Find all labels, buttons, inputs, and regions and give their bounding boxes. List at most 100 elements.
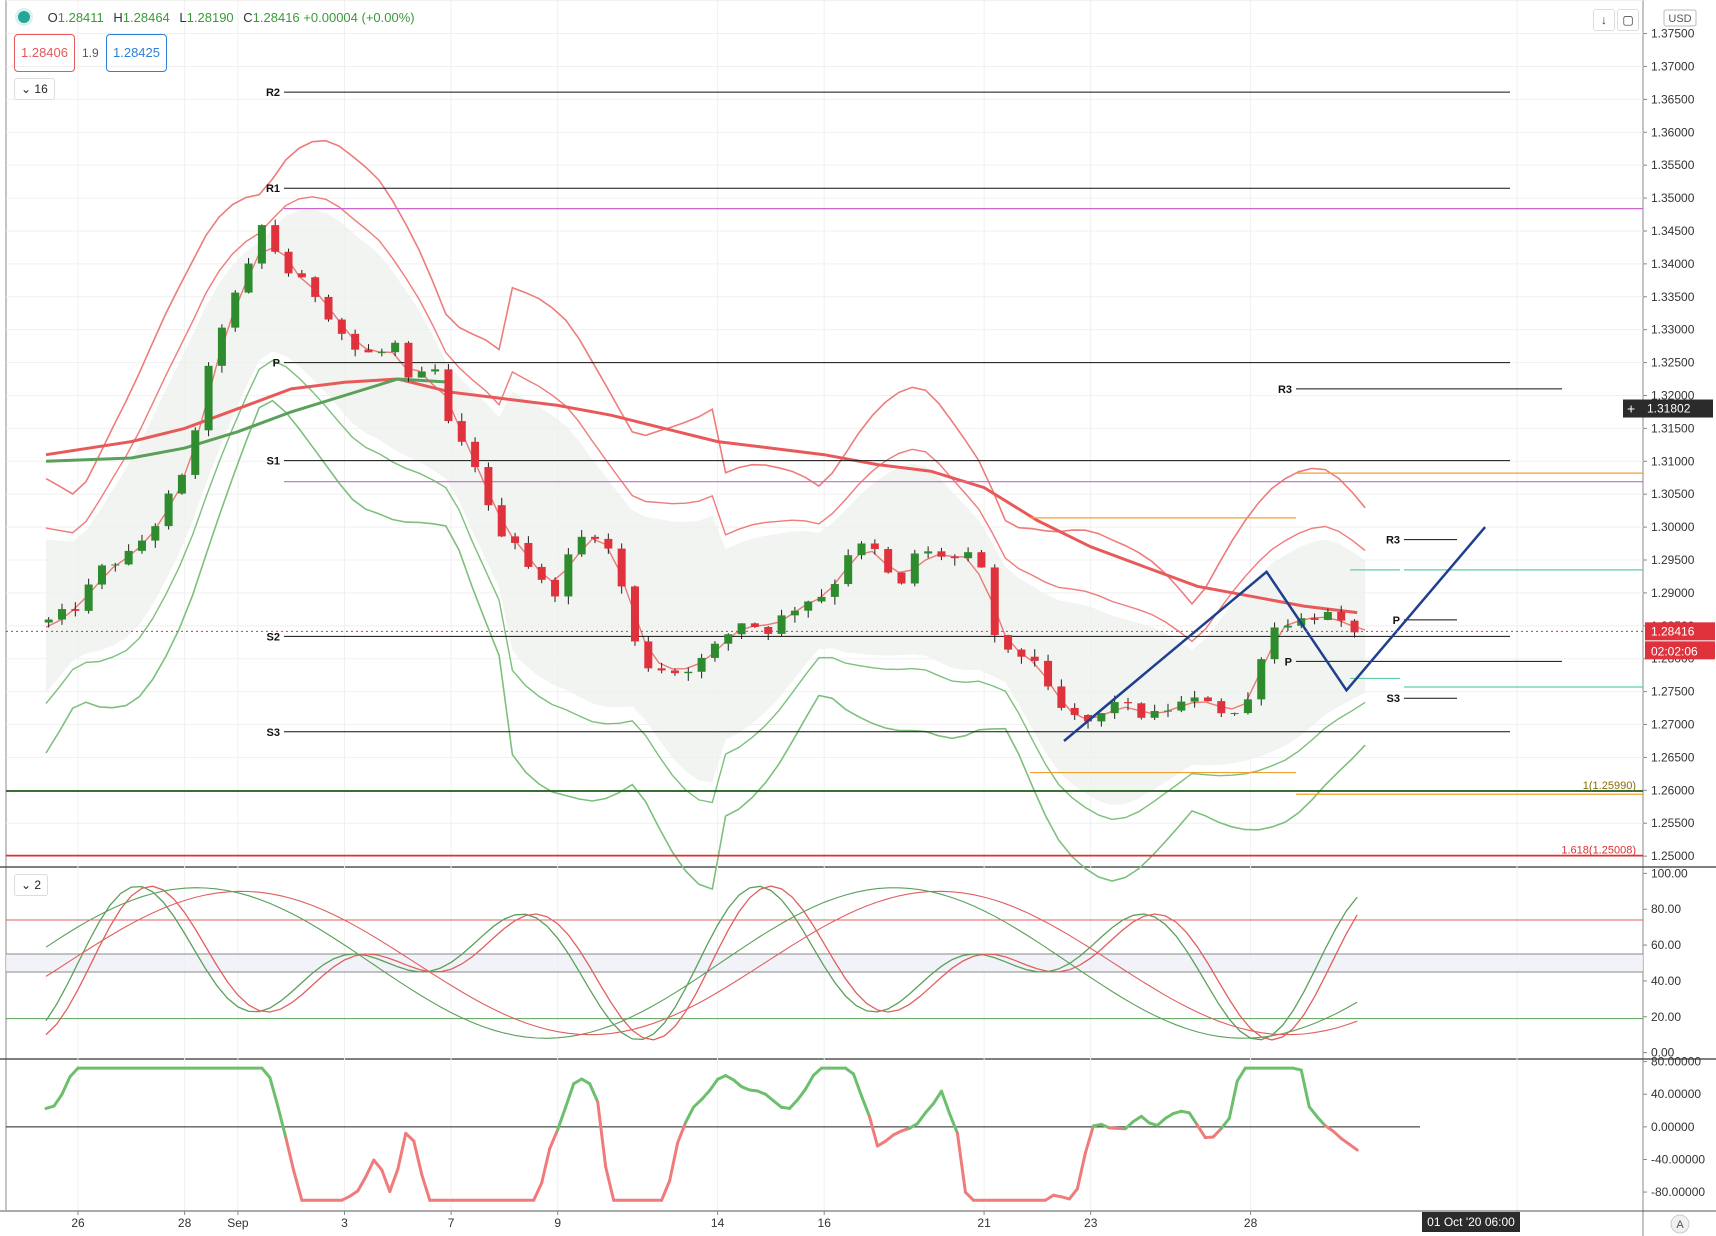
candle-body [217,327,226,366]
price-tick-label: 1.29000 [1651,586,1695,600]
candle-body [990,567,999,636]
symbol-status-icon [18,11,30,23]
last-price-label: 1.28416 [1651,624,1695,638]
cci-segment [772,1099,784,1109]
candle-body [391,342,400,353]
cci-segment [788,1098,800,1110]
cci-segment [812,1066,824,1077]
cci-segment [668,1141,680,1183]
price-tick-label: 1.35000 [1651,191,1695,205]
cci-segment [1067,1187,1079,1201]
cci-segment [1083,1124,1095,1155]
pivot-label: R3 [1278,384,1292,396]
cci-segment [1307,1105,1319,1119]
cci-segment [1315,1115,1327,1128]
candle-body [511,536,520,543]
candle-body [471,441,480,468]
cci-segment [292,1169,304,1202]
candle-body [404,342,413,378]
candle-body [657,668,666,671]
candle-body [537,566,546,580]
fullscreen-button[interactable]: ▢ [1617,9,1639,31]
candle-body [444,369,453,422]
candle-body [564,554,573,597]
stoch-collapse-button[interactable]: ⌄ 2 [14,874,49,896]
cci-segment [931,1089,943,1106]
candle-body [1017,649,1026,657]
cci-segment [939,1089,951,1115]
indicators-collapse-button[interactable]: ⌄ 16 [14,78,55,100]
time-tick-label: 9 [554,1216,561,1230]
pivot-label: S2 [267,631,280,643]
price-tick-label: 1.29500 [1651,553,1695,567]
candle-body [271,225,280,252]
cci-segment [596,1100,608,1169]
pivot-label: S3 [267,727,280,739]
sell-price-button[interactable]: 1.28406 [14,34,75,72]
time-tick-label: 28 [178,1216,192,1230]
price-tick-label: 1.30500 [1651,487,1695,501]
candle-body [857,543,866,556]
price-tick-label: 1.37000 [1651,59,1695,73]
buy-price-button[interactable]: 1.28425 [106,34,167,72]
candle-body [844,555,853,585]
cci-tick-label: 40.00000 [1651,1087,1701,1101]
cci-segment [915,1111,927,1126]
candle-body [1230,713,1239,715]
candle-body [431,369,440,372]
candle-body [870,543,879,550]
candle-body [1124,702,1133,704]
stoch-tick-label: 60.00 [1651,938,1681,952]
price-tick-label: 1.30000 [1651,520,1695,534]
candle-body [84,584,93,611]
candle-body [524,542,533,567]
cci-segment [588,1082,600,1104]
cci-segment [1187,1111,1199,1127]
cci-segment [412,1139,424,1177]
candle-body [950,556,959,559]
stoch-tick-label: 40.00 [1651,974,1681,988]
cci-segment [955,1131,967,1194]
candle-body [164,493,173,527]
candle-body [1203,697,1212,702]
trading-chart[interactable]: 1.37500 1.37000 1.36500 1.36000 1.35500 1.350… [0,0,1716,1236]
cci-segment [947,1111,959,1135]
price-tick-label: 1.37500 [1651,27,1695,41]
time-tick-label: 3 [341,1216,348,1230]
price-tick-label: 1.36000 [1651,125,1695,139]
band-fill [46,209,1366,806]
candle-body [58,609,67,620]
cci-segment [52,1092,64,1108]
cci-segment [60,1075,72,1096]
cci-segment [1139,1114,1151,1125]
pivot-label: S3 [1387,693,1400,705]
candle-body [804,601,813,611]
time-tick-label: 26 [71,1216,85,1230]
candle-body [790,610,799,616]
cci-tick-label: 80.00000 [1651,1055,1701,1069]
auto-scale-label: A [1676,1219,1684,1231]
candle-body [710,643,719,658]
price-tick-label: 1.26500 [1651,750,1695,764]
cci-segment [268,1076,280,1108]
candle-body [351,333,360,350]
cci-segment [860,1094,872,1119]
candle-body [111,564,120,566]
download-button[interactable]: ↓ [1593,9,1615,31]
candle-body [1243,699,1252,714]
candle-body [830,584,839,597]
candle-body [497,505,506,537]
cci-tick-label: -40.00000 [1651,1152,1705,1166]
candle-body [124,550,133,565]
candle-body [177,474,186,494]
price-tick-label: 1.33500 [1651,290,1695,304]
cci-segment [276,1104,288,1140]
high-value: 1.28464 [122,10,170,25]
candle-body [1070,707,1079,715]
time-tick-label: 16 [818,1216,832,1230]
cci-segment [1299,1068,1311,1109]
pivot-label: S1 [267,456,280,468]
candle-body [324,296,333,320]
price-tick-label: 1.25000 [1651,849,1695,863]
cci-segment [380,1168,392,1193]
